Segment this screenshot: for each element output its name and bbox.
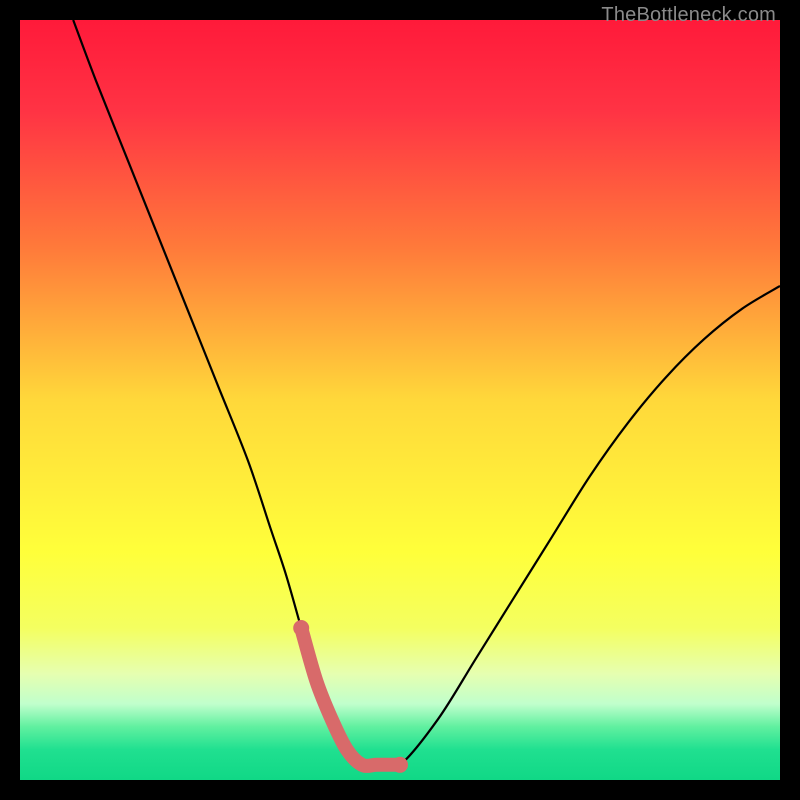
highlight-endpoint <box>293 620 309 636</box>
chart-frame <box>20 20 780 780</box>
gradient-rect <box>20 20 780 780</box>
watermark-text: TheBottleneck.com <box>601 4 776 27</box>
bottleneck-plot <box>20 20 780 780</box>
highlight-endpoint <box>392 757 408 773</box>
